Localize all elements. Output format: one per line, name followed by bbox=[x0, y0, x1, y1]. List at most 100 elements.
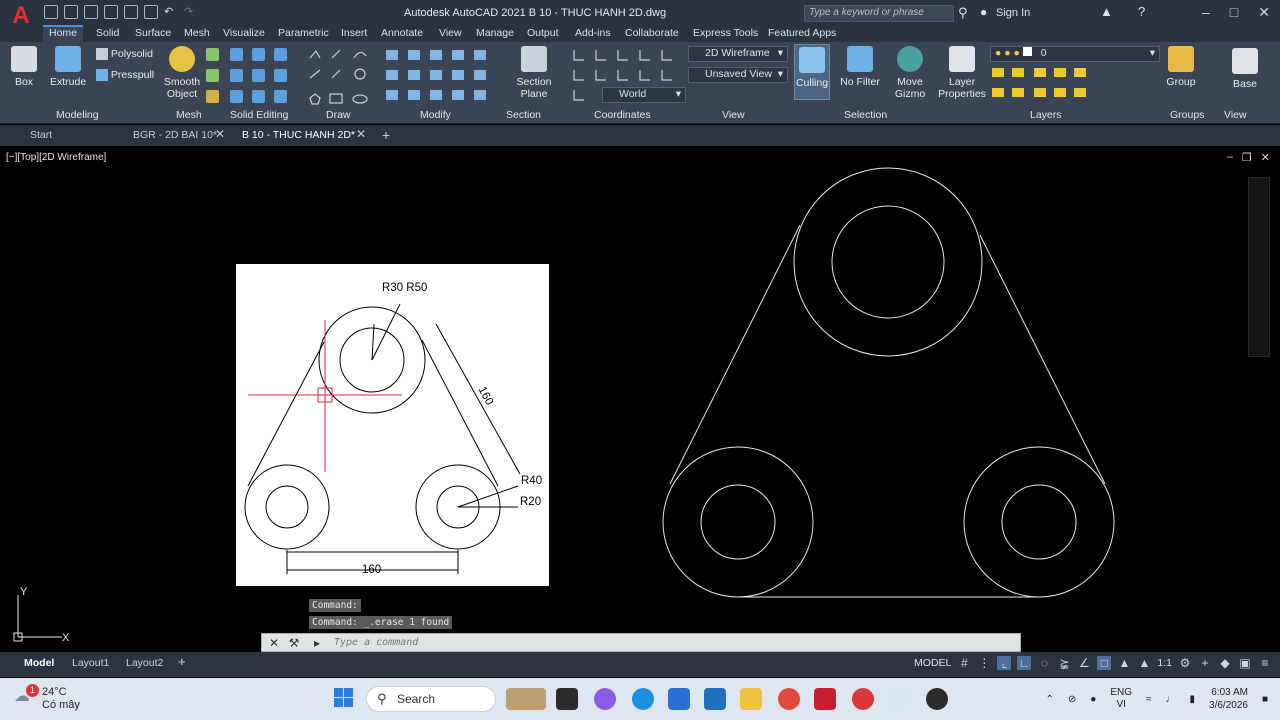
doc-tab-bgr[interactable]: BGR - 2D BAI 10* bbox=[133, 129, 217, 141]
no-filter-button[interactable]: No Filter bbox=[838, 46, 882, 88]
solid-edit-icon[interactable] bbox=[230, 90, 243, 103]
close-icon[interactable]: ✕ bbox=[215, 127, 225, 141]
add-layout-icon[interactable]: + bbox=[178, 654, 186, 669]
doc-tab-b10[interactable]: B 10 - THUC HANH 2D* bbox=[242, 129, 355, 141]
annotation-visibility-icon[interactable]: ▲ bbox=[1117, 656, 1131, 670]
close-icon[interactable]: ✕ bbox=[356, 127, 366, 141]
navigation-bar[interactable] bbox=[1248, 177, 1270, 357]
tab-collaborate[interactable]: Collaborate bbox=[625, 27, 679, 39]
microphone-icon[interactable]: ● bbox=[1090, 694, 1096, 705]
command-input[interactable] bbox=[334, 637, 994, 648]
wps-icon[interactable] bbox=[852, 688, 874, 710]
panel-title-modify[interactable]: Modify bbox=[420, 109, 451, 121]
tab-insert[interactable]: Insert bbox=[341, 27, 367, 39]
solid-edit-icon[interactable] bbox=[230, 48, 243, 61]
store-icon[interactable] bbox=[668, 688, 690, 710]
snap-icon[interactable]: ⋮ bbox=[977, 656, 991, 670]
extrude-button[interactable]: Extrude bbox=[50, 46, 86, 88]
move-gizmo-button[interactable]: Move Gizmo bbox=[890, 46, 930, 100]
group-button[interactable]: Group bbox=[1164, 46, 1198, 88]
search-highlight-icon[interactable] bbox=[506, 688, 546, 710]
panel-title-layers[interactable]: Layers bbox=[1030, 109, 1062, 121]
culling-button[interactable]: Culling bbox=[794, 44, 830, 100]
tab-manage[interactable]: Manage bbox=[476, 27, 514, 39]
panel-title-section[interactable]: Section bbox=[506, 109, 541, 121]
file-explorer-icon[interactable] bbox=[740, 688, 762, 710]
undo-icon[interactable]: ↶ bbox=[164, 5, 178, 19]
close-icon[interactable]: ✕ bbox=[1261, 151, 1270, 164]
wrench-icon[interactable]: ⚒ bbox=[286, 635, 302, 651]
save-icon[interactable] bbox=[84, 5, 98, 19]
solid-edit-icon[interactable] bbox=[274, 69, 287, 82]
tab-parametric[interactable]: Parametric bbox=[278, 27, 329, 39]
save-as-icon[interactable] bbox=[104, 5, 118, 19]
presspull-button[interactable]: Presspull bbox=[96, 69, 154, 82]
windows-start-icon[interactable] bbox=[334, 688, 354, 708]
maximize-icon[interactable]: □ bbox=[1230, 4, 1238, 21]
panel-title-coordinates[interactable]: Coordinates bbox=[594, 109, 651, 121]
copilot-icon[interactable] bbox=[594, 688, 616, 710]
reference-image[interactable]: R30 R50 160 R40 R20 160 bbox=[236, 264, 549, 586]
solid-edit-icon[interactable] bbox=[274, 90, 287, 103]
ucs-select[interactable]: World ▾ bbox=[602, 87, 686, 103]
tab-add-ins[interactable]: Add-ins bbox=[575, 27, 611, 39]
object-snap-tracking-icon[interactable]: ∠ bbox=[1077, 656, 1091, 670]
mesh-tool-icon[interactable] bbox=[206, 90, 219, 103]
solid-edit-icon[interactable] bbox=[252, 48, 265, 61]
tab-model[interactable]: Model bbox=[24, 657, 54, 669]
taskbar-search[interactable]: ⚲ Search bbox=[366, 686, 496, 712]
notifications-icon[interactable]: ■ bbox=[1262, 694, 1268, 705]
plus-icon[interactable]: + bbox=[1198, 656, 1212, 670]
panel-title-modeling[interactable]: Modeling bbox=[56, 109, 99, 121]
app-icon[interactable] bbox=[704, 688, 726, 710]
autodesk-app-icon[interactable]: ▲ bbox=[1100, 4, 1113, 19]
app-icon[interactable] bbox=[926, 688, 948, 710]
polar-icon[interactable]: ◌ bbox=[1037, 656, 1051, 670]
chevron-up-icon[interactable]: ⌃ bbox=[1046, 694, 1054, 705]
help-icon[interactable]: ? bbox=[1138, 4, 1145, 19]
model-space-button[interactable]: MODEL bbox=[914, 657, 951, 669]
tab-layout1[interactable]: Layout1 bbox=[72, 657, 109, 669]
close-icon[interactable]: ✕ bbox=[1258, 4, 1270, 21]
minimize-icon[interactable]: – bbox=[1227, 151, 1233, 164]
solid-edit-icon[interactable] bbox=[230, 69, 243, 82]
base-button[interactable]: Base bbox=[1228, 48, 1262, 90]
object-snap-icon[interactable]: □ bbox=[1097, 656, 1112, 670]
new-tab-icon[interactable]: + bbox=[382, 127, 390, 143]
solid-edit-icon[interactable] bbox=[252, 69, 265, 82]
snipping-tool-icon[interactable] bbox=[888, 688, 910, 710]
open-icon[interactable] bbox=[64, 5, 78, 19]
drawing-canvas[interactable]: [−][Top][2D Wireframe] – ❐ ✕ R30 R50 160… bbox=[0, 147, 1280, 652]
tab-view[interactable]: View bbox=[439, 27, 462, 39]
new-icon[interactable] bbox=[44, 5, 58, 19]
wifi-icon[interactable]: ≈ bbox=[1146, 694, 1152, 705]
isolate-objects-icon[interactable]: ▣ bbox=[1238, 656, 1252, 670]
restore-icon[interactable]: ❐ bbox=[1242, 151, 1252, 164]
modify-tools[interactable] bbox=[384, 46, 496, 106]
edge-icon[interactable] bbox=[632, 688, 654, 710]
volume-icon[interactable]: ♩ bbox=[1166, 694, 1176, 705]
tab-output[interactable]: Output bbox=[527, 27, 559, 39]
panel-title-draw[interactable]: Draw bbox=[326, 109, 351, 121]
layer-select[interactable]: ● ● ● 0 ▾ bbox=[990, 46, 1160, 62]
redo-icon[interactable]: ↷ bbox=[184, 5, 198, 19]
tab-express-tools[interactable]: Express Tools bbox=[693, 27, 758, 39]
search-icon[interactable]: ⚲ bbox=[958, 5, 968, 21]
tab-surface[interactable]: Surface bbox=[135, 27, 171, 39]
visual-style-select[interactable]: 2D Wireframe ▾ bbox=[688, 46, 788, 62]
dynamic-input-icon[interactable]: ⌞ bbox=[997, 656, 1012, 670]
auto-scale-icon[interactable]: ▲ bbox=[1137, 656, 1151, 670]
plot-icon[interactable] bbox=[144, 5, 158, 19]
panel-title-selection[interactable]: Selection bbox=[844, 109, 887, 121]
viewport-controls[interactable]: [−][Top][2D Wireframe] bbox=[6, 152, 106, 163]
grid-icon[interactable]: # bbox=[957, 656, 971, 670]
solid-edit-icon[interactable] bbox=[252, 90, 265, 103]
layer-properties-button[interactable]: Layer Properties bbox=[938, 46, 986, 100]
ortho-icon[interactable]: ∟ bbox=[1017, 656, 1032, 670]
menu-icon[interactable]: ≡ bbox=[1258, 656, 1272, 670]
clock[interactable]: 6:03 AM 3/6/2026 bbox=[1209, 686, 1248, 712]
panel-title-mesh[interactable]: Mesh bbox=[176, 109, 202, 121]
annotation-scale-select[interactable]: 1:1 bbox=[1157, 657, 1172, 669]
mesh-tool-icon[interactable] bbox=[206, 69, 219, 82]
tab-visualize[interactable]: Visualize bbox=[223, 27, 265, 39]
